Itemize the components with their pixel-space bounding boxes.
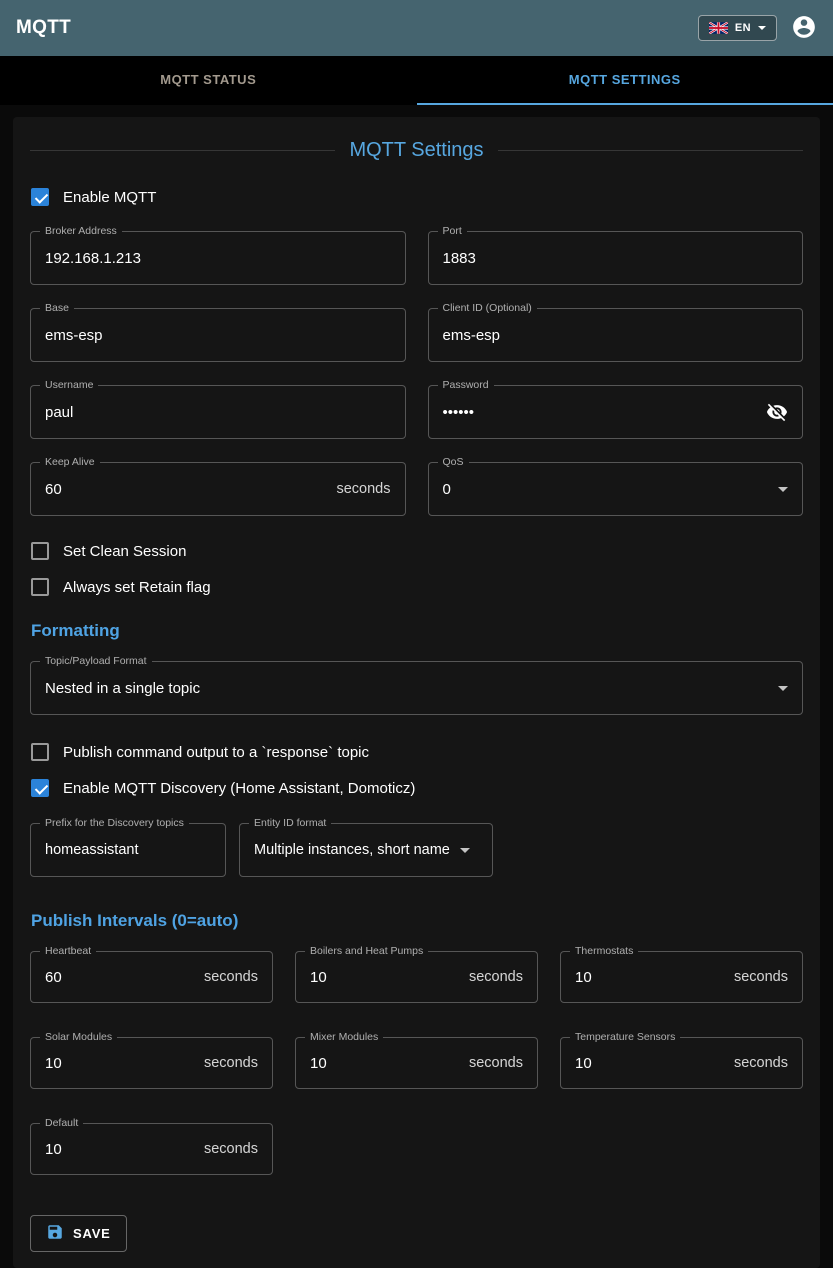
discovery-options-row: Prefix for the Discovery topics homeassi… [30, 823, 803, 877]
mqtt-settings-panel: MQTT Settings Enable MQTT Broker Address… [13, 117, 820, 1268]
save-button-label: SAVE [73, 1226, 111, 1241]
language-selector-button[interactable]: EN [698, 15, 777, 41]
account-button[interactable] [791, 14, 817, 43]
page-title: MQTT [16, 17, 71, 39]
interval-field-temperature-sensors[interactable]: Temperature Sensors 10 seconds [560, 1037, 803, 1089]
language-label: EN [735, 22, 751, 34]
keep-alive-unit: seconds [336, 481, 390, 497]
enable-mqtt-row: Enable MQTT [31, 188, 803, 206]
interval-field-boilers[interactable]: Boilers and Heat Pumps 10 seconds [295, 951, 538, 1003]
mqtt-discovery-checkbox[interactable] [31, 779, 49, 797]
entity-format-label: Entity ID format [249, 817, 331, 829]
enable-mqtt-checkbox[interactable] [31, 188, 49, 206]
tab-bar: MQTT STATUS MQTT SETTINGS [0, 56, 833, 105]
dropdown-arrow-icon [778, 686, 788, 691]
save-button[interactable]: SAVE [30, 1215, 127, 1252]
username-field[interactable]: Username paul [30, 385, 406, 439]
topic-format-select[interactable]: Topic/Payload Format Nested in a single … [30, 661, 803, 715]
publish-intervals-heading: Publish Intervals (0=auto) [31, 911, 803, 931]
broker-address-field[interactable]: Broker Address 192.168.1.213 [30, 231, 406, 285]
dropdown-arrow-icon [778, 487, 788, 492]
uk-flag-icon [709, 22, 728, 34]
mqtt-discovery-label: Enable MQTT Discovery (Home Assistant, D… [63, 780, 415, 797]
visibility-off-icon [766, 401, 788, 423]
publish-response-checkbox[interactable] [31, 743, 49, 761]
interval-field-default[interactable]: Default 10 seconds [30, 1123, 273, 1175]
base-label: Base [40, 302, 74, 314]
broker-address-label: Broker Address [40, 225, 122, 237]
interval-field-thermostats[interactable]: Thermostats 10 seconds [560, 951, 803, 1003]
port-label: Port [438, 225, 467, 237]
interval-field-solar[interactable]: Solar Modules 10 seconds [30, 1037, 273, 1089]
username-label: Username [40, 379, 98, 391]
clean-session-row: Set Clean Session [31, 542, 803, 560]
keep-alive-label: Keep Alive [40, 456, 100, 468]
app-bar: MQTT EN [0, 0, 833, 56]
retain-flag-checkbox[interactable] [31, 578, 49, 596]
formatting-heading: Formatting [31, 621, 803, 641]
discovery-prefix-label: Prefix for the Discovery topics [40, 817, 189, 829]
app-bar-actions: EN [698, 14, 817, 43]
interval-field-heartbeat[interactable]: Heartbeat 60 seconds [30, 951, 273, 1003]
dropdown-arrow-icon [460, 848, 470, 853]
divider [498, 150, 803, 151]
mqtt-discovery-row: Enable MQTT Discovery (Home Assistant, D… [31, 779, 803, 797]
chevron-down-icon [758, 26, 766, 30]
base-field[interactable]: Base ems-esp [30, 308, 406, 362]
publish-response-row: Publish command output to a `response` t… [31, 743, 803, 761]
entity-format-select[interactable]: Entity ID format Multiple instances, sho… [239, 823, 493, 877]
topic-format-label: Topic/Payload Format [40, 655, 152, 667]
clean-session-label: Set Clean Session [63, 543, 186, 560]
interval-field-mixer[interactable]: Mixer Modules 10 seconds [295, 1037, 538, 1089]
discovery-prefix-field[interactable]: Prefix for the Discovery topics homeassi… [30, 823, 226, 877]
save-icon [46, 1223, 64, 1244]
account-icon [791, 14, 817, 43]
section-title: MQTT Settings [349, 139, 483, 162]
client-id-label: Client ID (Optional) [438, 302, 537, 314]
divider [30, 150, 335, 151]
retain-flag-label: Always set Retain flag [63, 579, 211, 596]
port-field[interactable]: Port 1883 [428, 231, 804, 285]
tab-mqtt-status[interactable]: MQTT STATUS [0, 56, 417, 105]
keep-alive-field[interactable]: Keep Alive 60 seconds [30, 462, 406, 516]
publish-intervals-grid: Heartbeat 60 seconds Boilers and Heat Pu… [30, 951, 803, 1175]
qos-select[interactable]: QoS 0 [428, 462, 804, 516]
clean-session-checkbox[interactable] [31, 542, 49, 560]
enable-mqtt-label: Enable MQTT [63, 189, 156, 206]
client-id-field[interactable]: Client ID (Optional) ems-esp [428, 308, 804, 362]
password-field[interactable]: Password •••••• [428, 385, 804, 439]
password-visibility-toggle[interactable] [766, 401, 788, 423]
tab-mqtt-settings[interactable]: MQTT SETTINGS [417, 56, 833, 105]
retain-flag-row: Always set Retain flag [31, 578, 803, 596]
qos-label: QoS [438, 456, 469, 468]
password-label: Password [438, 379, 494, 391]
publish-response-label: Publish command output to a `response` t… [63, 744, 369, 761]
section-header: MQTT Settings [30, 139, 803, 162]
connection-form: Broker Address 192.168.1.213 Port 1883 B… [30, 231, 803, 516]
